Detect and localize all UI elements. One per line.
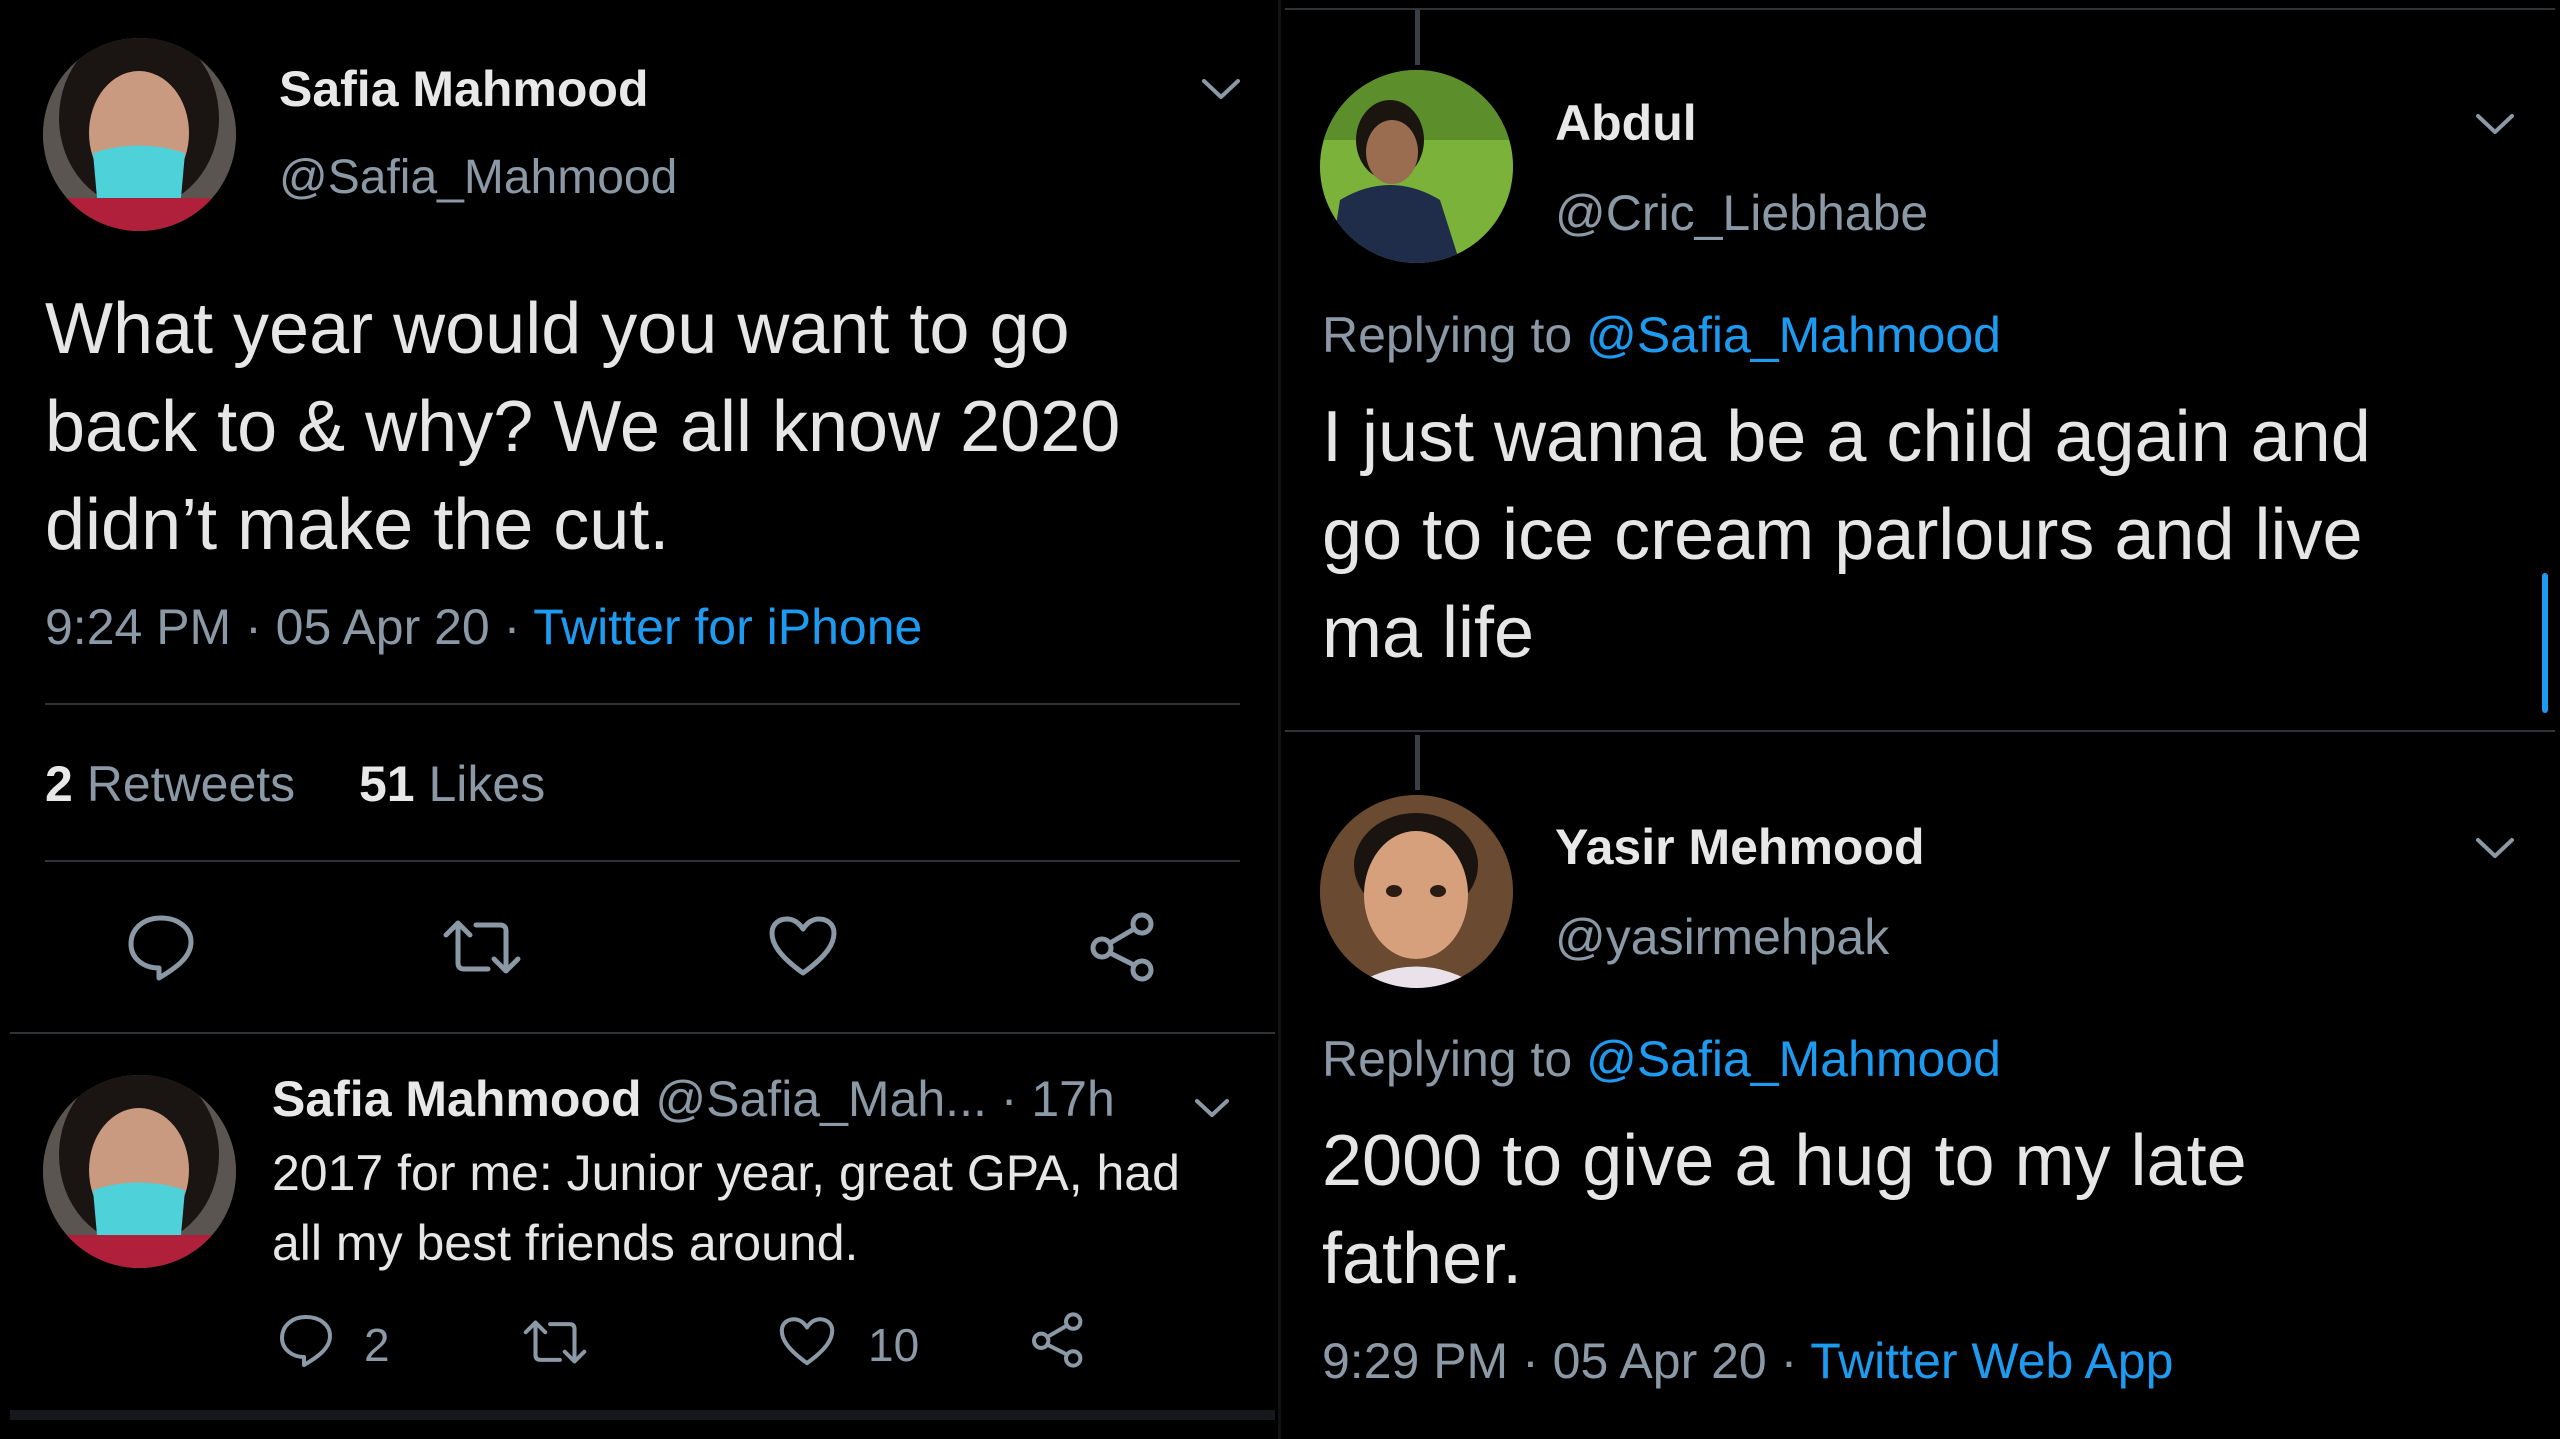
avatar[interactable] bbox=[1320, 70, 1513, 263]
reply-text-line: 2017 for me: Junior year, great GPA, had bbox=[272, 1145, 1180, 1201]
author-name[interactable]: Safia Mahmood bbox=[279, 60, 648, 118]
avatar[interactable] bbox=[43, 38, 236, 231]
reply-text-line: all my best friends around. bbox=[272, 1215, 859, 1271]
meta-separator: · bbox=[245, 599, 276, 655]
retweets-stat[interactable]: 2 Retweets bbox=[45, 756, 295, 812]
chevron-down-icon[interactable] bbox=[2474, 834, 2516, 862]
reply-header: Safia Mahmood @Safia_Mah... · 17h bbox=[272, 1070, 1115, 1128]
reply-icon[interactable] bbox=[126, 912, 196, 982]
reply-age: 17h bbox=[1031, 1071, 1115, 1127]
author-handle[interactable]: @Safia_Mahmood bbox=[279, 150, 677, 205]
share-icon[interactable] bbox=[1030, 1312, 1086, 1368]
share-icon[interactable] bbox=[1088, 912, 1158, 982]
tweet-text-line: didn’t make the cut. bbox=[45, 485, 670, 565]
replying-to-prefix: Replying to bbox=[1322, 307, 1573, 363]
avatar[interactable] bbox=[43, 1075, 236, 1268]
tweet-text-line: go to ice cream parlours and live bbox=[1322, 495, 2363, 575]
author-handle[interactable]: @yasirmehpak bbox=[1555, 908, 1889, 966]
replying-to: Replying to @Safia_Mahmood bbox=[1322, 306, 2001, 364]
reply-icon[interactable] bbox=[278, 1312, 334, 1368]
like-icon[interactable] bbox=[768, 915, 838, 979]
divider bbox=[45, 703, 1240, 705]
chevron-down-icon[interactable] bbox=[2474, 110, 2516, 138]
author-name[interactable]: Yasir Mehmood bbox=[1555, 818, 1925, 876]
tweet-text: What year would you want to go back to &… bbox=[45, 280, 1120, 574]
tweet-text: 2000 to give a hug to my late father. bbox=[1322, 1112, 2247, 1308]
tweet-source-link[interactable]: Twitter Web App bbox=[1810, 1333, 2173, 1389]
tweet-text-line: father. bbox=[1322, 1219, 1523, 1299]
tweet-text-line: ma life bbox=[1322, 593, 1535, 673]
replying-to-link[interactable]: @Safia_Mahmood bbox=[1586, 307, 2001, 363]
tweet-source-link[interactable]: Twitter for iPhone bbox=[533, 599, 922, 655]
reply-count: 2 bbox=[364, 1319, 390, 1371]
retweets-label: Retweets bbox=[86, 756, 296, 812]
scrollbar[interactable] bbox=[2542, 573, 2548, 713]
likes-count: 51 bbox=[358, 756, 415, 812]
likes-label: Likes bbox=[428, 756, 546, 812]
tweet-text-line: What year would you want to go bbox=[45, 289, 1070, 369]
like-icon[interactable] bbox=[778, 1316, 836, 1368]
reply-author-handle[interactable]: @Safia_Mah... bbox=[655, 1071, 986, 1127]
replying-to: Replying to @Safia_Mahmood bbox=[1322, 1030, 2001, 1088]
tweet-text: I just wanna be a child again and go to … bbox=[1322, 388, 2371, 682]
meta-separator: · bbox=[503, 599, 534, 655]
divider bbox=[10, 1032, 1275, 1034]
retweet-icon[interactable] bbox=[522, 1316, 588, 1368]
tweet-meta: 9:29 PM · 05 Apr 20 · Twitter Web App bbox=[1322, 1332, 2173, 1390]
meta-separator: · bbox=[1000, 1071, 1032, 1127]
divider bbox=[1285, 8, 2555, 10]
chevron-down-icon[interactable] bbox=[1193, 1095, 1231, 1121]
retweets-count: 2 bbox=[45, 756, 73, 812]
tweet-stats: 2 Retweets 51 Likes bbox=[45, 755, 545, 813]
reply-author-name[interactable]: Safia Mahmood bbox=[272, 1071, 641, 1127]
tweet-time: 9:24 PM bbox=[45, 599, 232, 655]
replying-to-prefix: Replying to bbox=[1322, 1031, 1573, 1087]
divider bbox=[45, 860, 1240, 862]
panel-separator bbox=[1278, 0, 1281, 1439]
author-name[interactable]: Abdul bbox=[1555, 94, 1697, 152]
tweet-date: 05 Apr 20 bbox=[1552, 1333, 1767, 1389]
replying-to-link[interactable]: @Safia_Mahmood bbox=[1586, 1031, 2001, 1087]
chevron-down-icon[interactable] bbox=[1200, 75, 1242, 103]
tweet-text-line: back to & why? We all know 2020 bbox=[45, 387, 1121, 467]
divider bbox=[10, 1410, 1275, 1420]
meta-separator: · bbox=[1780, 1333, 1811, 1389]
tweet-text-line: 2000 to give a hug to my late bbox=[1322, 1121, 2247, 1201]
thread-line bbox=[1415, 735, 1420, 790]
tweet-date: 05 Apr 20 bbox=[275, 599, 490, 655]
author-handle[interactable]: @Cric_Liebhabe bbox=[1555, 184, 1928, 242]
tweet-text-line: I just wanna be a child again and bbox=[1322, 397, 2371, 477]
reply-text: 2017 for me: Junior year, great GPA, had… bbox=[272, 1138, 1180, 1278]
retweet-icon[interactable] bbox=[442, 915, 522, 979]
avatar[interactable] bbox=[1320, 795, 1513, 988]
divider bbox=[1285, 730, 2555, 732]
meta-separator: · bbox=[1522, 1333, 1553, 1389]
likes-stat[interactable]: 51 Likes bbox=[359, 756, 545, 812]
thread-line bbox=[1415, 10, 1420, 65]
tweet-time: 9:29 PM bbox=[1322, 1333, 1509, 1389]
tweet-meta: 9:24 PM · 05 Apr 20 · Twitter for iPhone bbox=[45, 598, 922, 656]
like-count: 10 bbox=[868, 1319, 920, 1371]
